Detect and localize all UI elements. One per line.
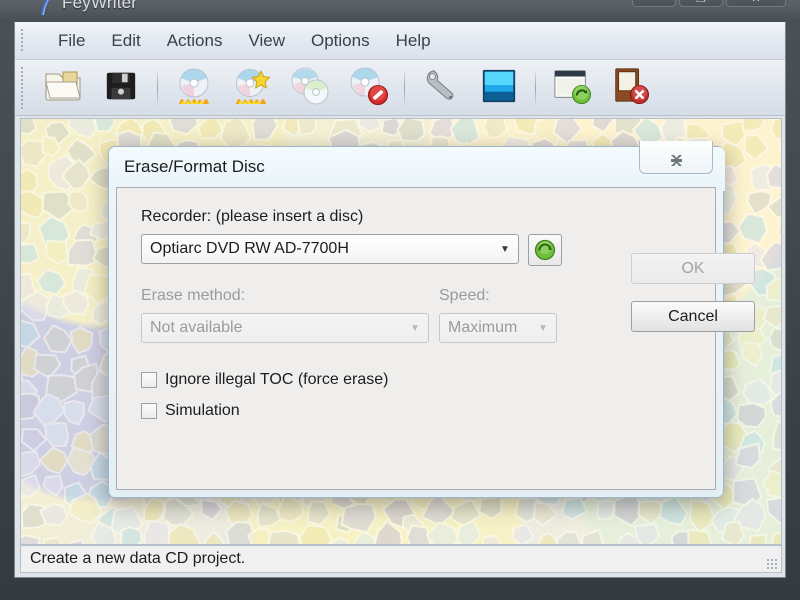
window-refresh-icon xyxy=(552,67,592,110)
floppy-disk-icon xyxy=(104,69,138,108)
exit-button[interactable] xyxy=(604,64,656,112)
status-text: Create a new data CD project. xyxy=(30,550,246,567)
blue-panel-icon xyxy=(480,67,518,110)
minimize-button[interactable]: — xyxy=(632,0,676,7)
refresh-recorder-button[interactable] xyxy=(528,234,562,266)
toolbar xyxy=(15,60,785,116)
menu-item-actions[interactable]: Actions xyxy=(154,28,236,54)
cancel-button-label: Cancel xyxy=(668,307,718,325)
ok-button-label: OK xyxy=(681,259,705,277)
close-icon: ✕ xyxy=(727,0,785,5)
menubar: File Edit Actions View Options Help xyxy=(15,22,785,60)
menu-item-edit[interactable]: Edit xyxy=(98,28,153,54)
toolbar-drag-handle[interactable] xyxy=(20,66,25,109)
simulation-label: Simulation xyxy=(165,402,240,419)
simulation-checkbox-row[interactable]: Simulation xyxy=(141,402,240,420)
minimize-icon: — xyxy=(633,0,675,5)
erase-disc-button[interactable] xyxy=(342,64,394,112)
application-window: FeyWriter — ❐ ✕ FileEditActionsViewOptio… xyxy=(0,0,800,600)
toolbar-items xyxy=(37,60,656,116)
burn-disc-icon xyxy=(174,66,214,111)
menu-item-options[interactable]: Options xyxy=(298,28,383,54)
copy-disc-icon xyxy=(289,66,331,111)
speed-selected-value: Maximum xyxy=(448,319,518,336)
burn-image-button[interactable] xyxy=(226,64,278,112)
resize-grip[interactable] xyxy=(766,558,778,570)
separator-2 xyxy=(404,68,405,108)
green-refresh-icon xyxy=(534,239,556,261)
client-area: File Edit Actions View Options Help Crea… xyxy=(14,22,786,578)
recorder-selected-value: Optiarc DVD RW AD-7700H xyxy=(150,240,349,257)
cover-editor-button[interactable] xyxy=(473,64,525,112)
ignore-illegal-toc-checkbox[interactable] xyxy=(141,372,157,388)
erase-disc-icon xyxy=(347,66,389,111)
ignore-illegal-toc-label: Ignore illegal TOC (force erase) xyxy=(165,371,389,388)
separator-3 xyxy=(535,68,536,108)
close-x-icon xyxy=(670,155,682,166)
menu-item-help[interactable]: Help xyxy=(383,28,444,54)
separator-1 xyxy=(157,68,158,108)
cancel-button[interactable]: Cancel xyxy=(631,301,755,332)
copy-disc-button[interactable] xyxy=(284,64,336,112)
chevron-down-icon: ▼ xyxy=(410,322,420,334)
exit-door-icon xyxy=(610,67,650,110)
wrench-icon xyxy=(422,67,460,110)
menu-item-view[interactable]: View xyxy=(235,28,298,54)
menubar-items: File Edit Actions View Options Help xyxy=(45,22,444,60)
chevron-down-icon: ▼ xyxy=(538,322,548,334)
simulation-checkbox[interactable] xyxy=(141,403,157,419)
recorder-select[interactable]: Optiarc DVD RW AD-7700H ▼ xyxy=(141,234,519,264)
erase-method-label: Erase method: xyxy=(141,287,246,304)
maximize-icon: ❐ xyxy=(680,0,722,5)
dialog-titlebar: Erase/Format Disc xyxy=(109,141,725,191)
dialog-title: Erase/Format Disc xyxy=(124,157,265,176)
ignore-illegal-toc-checkbox-row[interactable]: Ignore illegal TOC (force erase) xyxy=(141,371,389,389)
dialog-body: Recorder: (please insert a disc) Optiarc… xyxy=(116,187,755,490)
erase-method-selected-value: Not available xyxy=(150,319,243,336)
save-project-button[interactable] xyxy=(95,64,147,112)
close-button[interactable]: ✕ xyxy=(726,0,786,7)
recorder-label: Recorder: (please insert a disc) xyxy=(141,208,364,225)
refresh-window-button[interactable] xyxy=(546,64,598,112)
settings-button[interactable] xyxy=(415,64,467,112)
feather-icon xyxy=(41,0,50,15)
chevron-down-icon: ▼ xyxy=(500,243,510,255)
statusbar: Create a new data CD project. xyxy=(20,545,782,573)
open-folder-icon xyxy=(43,68,83,109)
ok-button[interactable]: OK xyxy=(631,253,755,284)
menu-item-file[interactable]: File xyxy=(45,28,98,54)
window-titlebar: FeyWriter — ❐ ✕ xyxy=(0,0,800,22)
erase-format-disc-dialog: Erase/Format Disc Recorder: (please inse… xyxy=(108,141,755,498)
erase-method-select[interactable]: Not available ▼ xyxy=(141,313,429,343)
speed-label: Speed: xyxy=(439,287,490,304)
dialog-close-button[interactable] xyxy=(639,141,713,174)
burn-disc-star-icon xyxy=(232,66,272,111)
open-project-button[interactable] xyxy=(37,64,89,112)
menubar-drag-handle[interactable] xyxy=(20,28,25,53)
window-title: FeyWriter xyxy=(62,0,138,12)
maximize-button[interactable]: ❐ xyxy=(679,0,723,7)
burn-disc-button[interactable] xyxy=(168,64,220,112)
speed-select[interactable]: Maximum ▼ xyxy=(439,313,557,343)
